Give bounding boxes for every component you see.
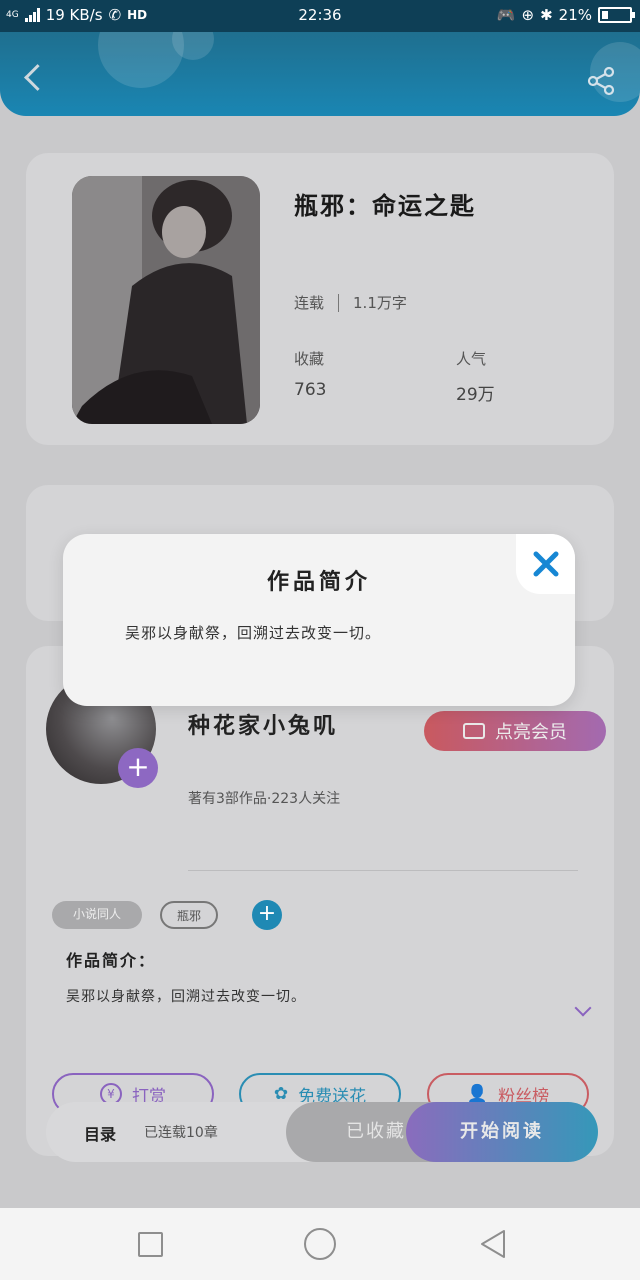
- vip-button[interactable]: 点亮会员: [424, 711, 606, 751]
- flower-icon: ✿: [273, 1084, 289, 1104]
- intro-heading: 作品简介：: [66, 951, 157, 970]
- toc-status[interactable]: 已连载10章: [144, 1122, 218, 1142]
- toc-button[interactable]: 目录: [84, 1121, 116, 1145]
- modal-title: 作品简介: [266, 570, 371, 595]
- status-bar: 4G 19 KB/s ✆ HD 22:36 🎮 ⊕ ✱ 21%: [0, 0, 640, 32]
- serial-status: 连载: [294, 294, 325, 312]
- bluetooth-icon: ✱: [540, 6, 553, 24]
- game-icon: 🎮: [496, 6, 516, 24]
- share-icon[interactable]: [584, 64, 618, 98]
- tag-novel-fanfic[interactable]: 小说同人: [52, 901, 142, 929]
- home-icon[interactable]: [304, 1228, 336, 1260]
- battery-percent: 21%: [558, 6, 592, 24]
- word-count: 1.1万字: [353, 294, 407, 312]
- back-icon[interactable]: [22, 66, 48, 92]
- author-stats: 著有3部作品·223人关注: [188, 791, 341, 807]
- add-tag-icon[interactable]: +: [252, 900, 282, 930]
- collect-label: 收藏: [294, 350, 325, 368]
- popularity-count: 29万: [456, 385, 495, 405]
- author-name[interactable]: 种花家小兔叽: [188, 708, 338, 740]
- recent-apps-icon[interactable]: [138, 1232, 163, 1257]
- popularity-label: 人气: [456, 350, 487, 368]
- intro-modal: 作品简介 吴邪以身献祭，回溯过去改变一切。: [63, 534, 575, 706]
- vip-button-label: 点亮会员: [495, 722, 567, 743]
- user-icon: 👤: [466, 1084, 489, 1104]
- close-button[interactable]: [516, 534, 575, 594]
- divider: [188, 870, 578, 871]
- start-reading-button[interactable]: 开始阅读: [406, 1102, 598, 1162]
- meta-divider: [338, 293, 340, 312]
- tag-pairing[interactable]: 瓶邪: [160, 901, 218, 929]
- chevron-down-icon[interactable]: [574, 1002, 592, 1020]
- close-icon: [533, 551, 559, 577]
- book-meta: 连载 1.1万字: [294, 292, 407, 313]
- battery-icon: [598, 7, 635, 23]
- nav-back-icon[interactable]: [478, 1228, 508, 1260]
- intro-text: 吴邪以身献祭，回溯过去改变一切。: [66, 989, 306, 1005]
- modal-text: 吴邪以身献祭，回溯过去改变一切。: [125, 624, 382, 642]
- diamond-icon: [463, 723, 485, 739]
- header: [0, 32, 640, 116]
- collect-count: 763: [294, 380, 327, 400]
- lock-rotation-icon: ⊕: [521, 6, 535, 24]
- book-cover[interactable]: [72, 176, 260, 424]
- book-title: 瓶邪：命运之匙: [294, 192, 476, 220]
- follow-plus-icon[interactable]: +: [118, 748, 158, 788]
